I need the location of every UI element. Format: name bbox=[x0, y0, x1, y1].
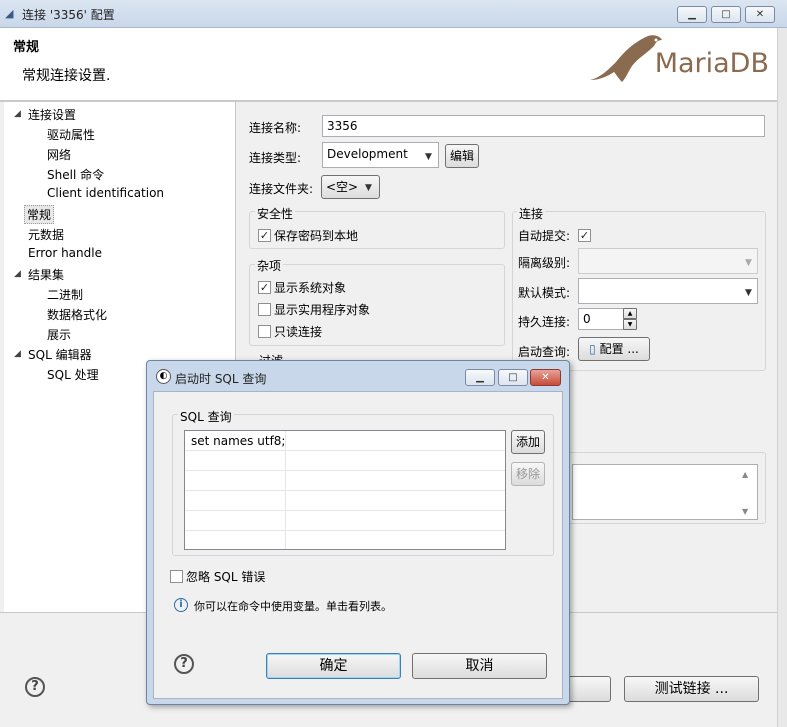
tree-item-general[interactable]: 常规 bbox=[24, 205, 55, 224]
ignore-sql-errors-label: 忽略 SQL 错误 bbox=[186, 570, 266, 584]
tree-item-error-handle[interactable]: Error handle bbox=[28, 246, 102, 260]
tree-item-client-identification[interactable]: Client identification bbox=[47, 186, 164, 200]
show-system-objects-checkbox[interactable]: ✓ bbox=[258, 281, 271, 294]
tree-item-presentation[interactable]: 展示 bbox=[47, 326, 71, 343]
table-row[interactable] bbox=[185, 451, 505, 471]
sql-queries-table[interactable]: set names utf8; bbox=[184, 430, 506, 550]
auto-commit-label: 自动提交: bbox=[518, 229, 571, 243]
connection-folder-label: 连接文件夹: bbox=[249, 182, 314, 196]
document-icon: ▯ bbox=[589, 342, 596, 356]
dropdown-arrow-icon[interactable]: ▼ bbox=[745, 288, 752, 298]
tree-item-resultsets[interactable]: 结果集 bbox=[28, 266, 64, 283]
window-title: 连接 '3356' 配置 bbox=[22, 8, 115, 22]
spin-down-icon[interactable]: ▼ bbox=[623, 319, 637, 330]
collapse-arrow-icon[interactable]: ◢ bbox=[14, 109, 21, 119]
dialog-close-button[interactable]: ✕ bbox=[530, 369, 561, 386]
keep-alive-input[interactable]: 0 bbox=[578, 308, 624, 330]
filter-group-title: 过滤 bbox=[259, 352, 283, 360]
page-title: 常规 bbox=[13, 40, 40, 55]
mariadb-logo-text: MariaDB bbox=[654, 48, 769, 79]
table-row[interactable] bbox=[185, 491, 505, 511]
default-mode-select[interactable] bbox=[578, 278, 758, 304]
remove-query-button[interactable]: 移除 bbox=[511, 462, 545, 486]
table-row[interactable] bbox=[185, 511, 505, 531]
dialog-maximize-button[interactable]: □ bbox=[498, 369, 528, 386]
show-system-objects-label: 显示系统对象 bbox=[274, 281, 347, 295]
isolation-level-label: 隔离级别: bbox=[518, 256, 571, 270]
dialog-body: SQL 查询 set names utf8; 添加 移除 忽略 SQL 错误 i… bbox=[153, 391, 563, 699]
collapse-arrow-icon[interactable]: ◢ bbox=[14, 349, 21, 359]
variables-info-link[interactable]: 你可以在命令中使用变量。单击看列表。 bbox=[194, 598, 392, 614]
dropdown-arrow-icon[interactable]: ▼ bbox=[425, 152, 432, 162]
tree-item-network[interactable]: 网络 bbox=[47, 146, 71, 163]
connection-name-input[interactable]: 3356 bbox=[322, 115, 765, 137]
scroll-up-icon[interactable]: ▲ bbox=[742, 470, 748, 479]
auto-commit-checkbox[interactable]: ✓ bbox=[578, 229, 591, 242]
dbeaver-icon: ◢ bbox=[5, 7, 14, 20]
misc-group-title: 杂项 bbox=[255, 257, 284, 274]
dialog-help-icon[interactable]: ? bbox=[174, 654, 194, 674]
read-only-checkbox[interactable] bbox=[258, 325, 271, 338]
tree-item-sql-editor[interactable]: SQL 编辑器 bbox=[28, 346, 92, 363]
tree-item-metadata[interactable]: 元数据 bbox=[28, 226, 64, 243]
maximize-button[interactable]: □ bbox=[711, 6, 741, 23]
collapse-arrow-icon[interactable]: ◢ bbox=[14, 269, 21, 279]
connection-type-label: 连接类型: bbox=[249, 151, 302, 165]
bootstrap-queries-label: 启动查询: bbox=[518, 345, 571, 359]
ok-button[interactable]: 确定 bbox=[266, 653, 401, 679]
show-utility-objects-checkbox[interactable] bbox=[258, 303, 271, 316]
page-description: 常规连接设置. bbox=[22, 68, 111, 84]
isolation-level-select[interactable] bbox=[578, 248, 758, 274]
table-column-divider bbox=[285, 431, 286, 549]
show-utility-objects-label: 显示实用程序对象 bbox=[274, 303, 371, 317]
tree-item-shell-commands[interactable]: Shell 命令 bbox=[47, 166, 104, 183]
test-connection-button[interactable]: 测试链接 ... bbox=[624, 676, 759, 702]
description-textarea[interactable] bbox=[572, 464, 758, 520]
sql-queries-group-title: SQL 查询 bbox=[178, 408, 234, 425]
dialog-minimize-button[interactable]: ▁ bbox=[465, 369, 495, 386]
cancel-button[interactable]: 取消 bbox=[412, 653, 547, 679]
security-group-title: 安全性 bbox=[255, 205, 296, 222]
ignore-sql-errors-checkbox[interactable] bbox=[170, 570, 183, 583]
window-titlebar: ◢ 连接 '3356' 配置 ▁ □ ✕ bbox=[0, 0, 787, 28]
save-password-checkbox[interactable]: ✓ bbox=[258, 229, 271, 242]
edit-type-button[interactable]: 编辑 bbox=[445, 144, 479, 168]
tree-item-driver-properties[interactable]: 驱动属性 bbox=[47, 126, 95, 143]
scroll-down-icon[interactable]: ▼ bbox=[742, 507, 748, 516]
dbeaver-beaver-icon: ◐ bbox=[156, 369, 171, 384]
save-password-label: 保存密码到本地 bbox=[274, 229, 359, 243]
add-query-button[interactable]: 添加 bbox=[511, 430, 545, 454]
keep-alive-label: 持久连接: bbox=[518, 315, 571, 329]
connection-type-select[interactable]: Development bbox=[322, 142, 439, 168]
bootstrap-queries-dialog: ◐ 启动时 SQL 查询 ▁ □ ✕ SQL 查询 set names utf8… bbox=[146, 360, 570, 705]
dropdown-arrow-icon[interactable]: ▼ bbox=[365, 183, 372, 193]
dialog-title: 启动时 SQL 查询 bbox=[175, 372, 267, 386]
spin-up-icon[interactable]: ▲ bbox=[623, 308, 637, 319]
connection-group-title: 连接 bbox=[517, 205, 546, 222]
query-cell[interactable]: set names utf8; bbox=[191, 434, 285, 448]
tree-item-data-formats[interactable]: 数据格式化 bbox=[47, 306, 107, 323]
read-only-label: 只读连接 bbox=[274, 325, 323, 339]
info-icon: i bbox=[174, 598, 188, 612]
table-row[interactable] bbox=[185, 471, 505, 491]
configure-bootstrap-button[interactable]: ▯ 配置 ... bbox=[578, 337, 650, 361]
window-scrollbar[interactable] bbox=[777, 28, 787, 727]
tree-item-binary[interactable]: 二进制 bbox=[47, 286, 83, 303]
help-icon[interactable]: ? bbox=[25, 677, 45, 697]
page-header: 常规 常规连接设置. MariaDB bbox=[0, 28, 777, 100]
tree-item-connection-settings[interactable]: 连接设置 bbox=[28, 106, 76, 123]
table-row[interactable]: set names utf8; bbox=[185, 431, 505, 451]
minimize-button[interactable]: ▁ bbox=[677, 6, 707, 23]
dropdown-arrow-icon[interactable]: ▼ bbox=[745, 258, 752, 268]
default-mode-label: 默认模式: bbox=[518, 286, 571, 300]
tree-item-sql-processing[interactable]: SQL 处理 bbox=[47, 366, 99, 383]
connection-name-label: 连接名称: bbox=[249, 121, 302, 135]
close-button[interactable]: ✕ bbox=[745, 6, 775, 23]
